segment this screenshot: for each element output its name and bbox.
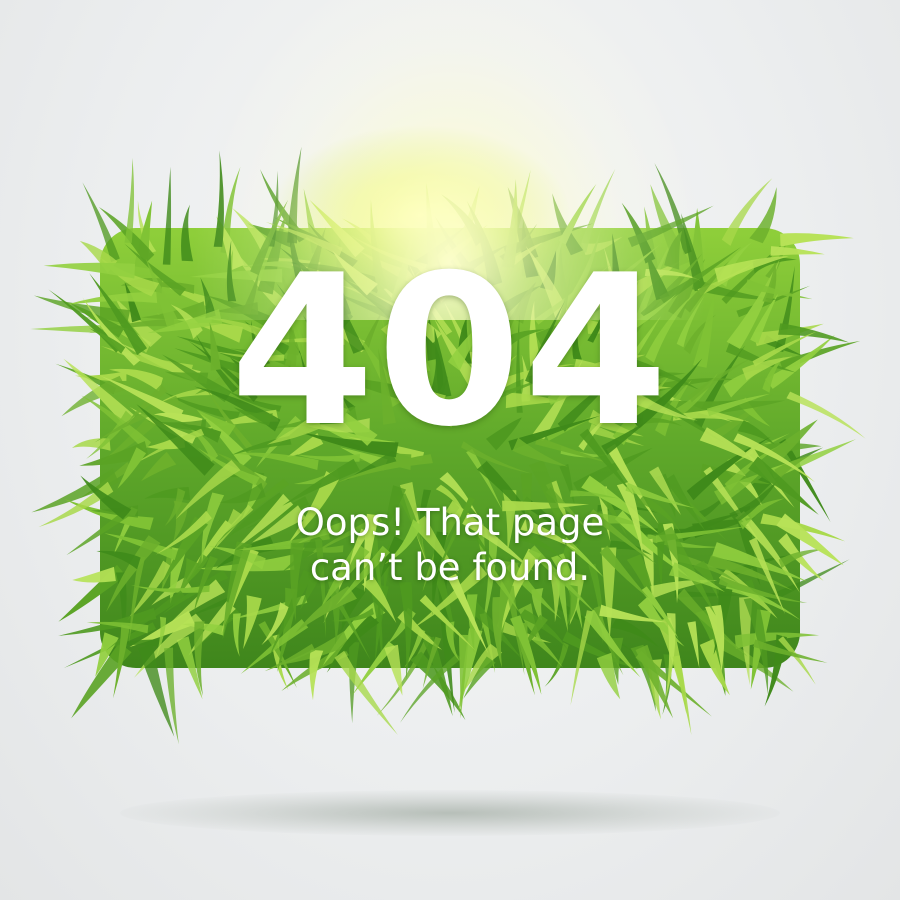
error-message-line-1: Oops! That page bbox=[295, 501, 605, 544]
error-message: Oops! That page can’t be found. bbox=[0, 500, 900, 590]
error-page: 404 Oops! That page can’t be found. bbox=[0, 0, 900, 900]
error-code: 404 bbox=[229, 231, 671, 473]
error-message-line-2: can’t be found. bbox=[309, 546, 591, 590]
